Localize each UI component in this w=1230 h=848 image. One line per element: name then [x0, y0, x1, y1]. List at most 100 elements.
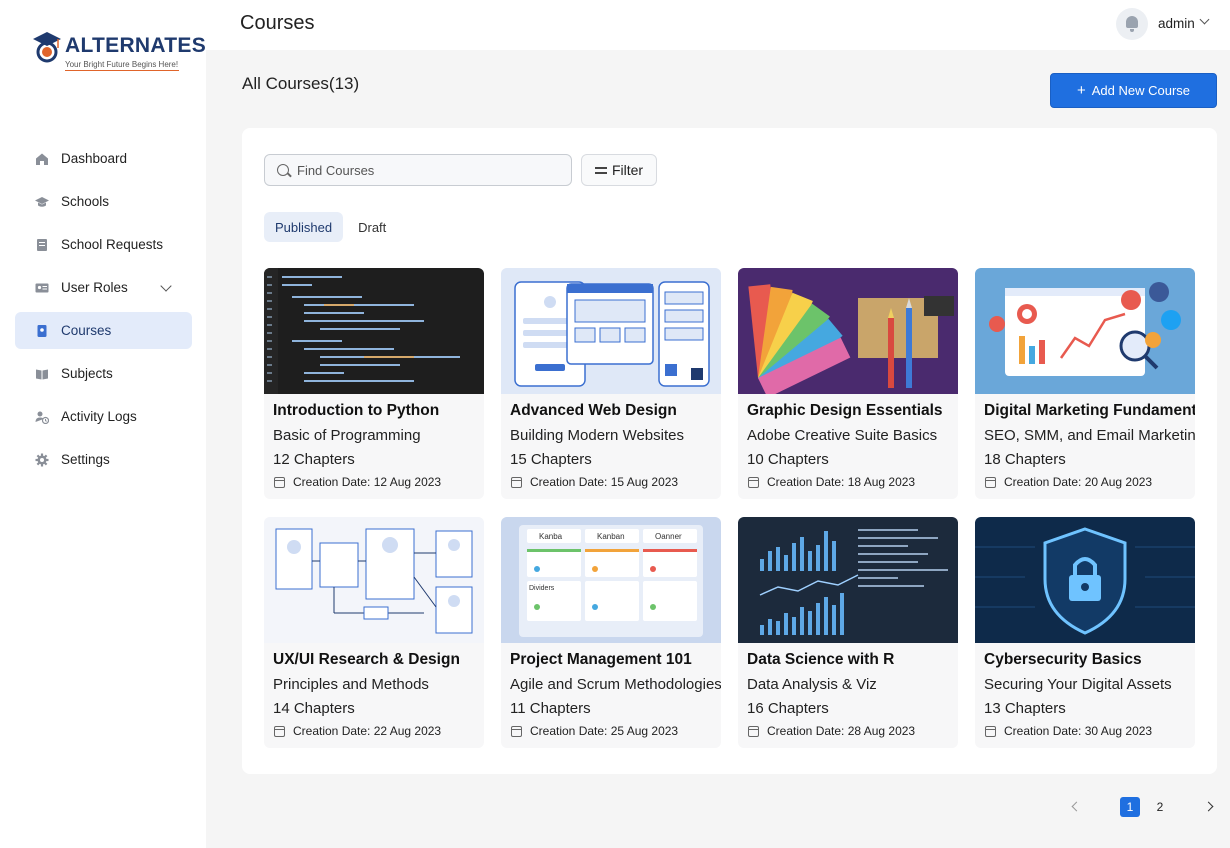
- sidebar-item-schools[interactable]: Schools: [15, 183, 192, 220]
- course-thumbnail-user-flow: [264, 517, 484, 643]
- sidebar-item-label: School Requests: [61, 237, 164, 252]
- course-thumbnail-color-palette: [738, 268, 958, 394]
- course-date-text: Creation Date: 28 Aug 2023: [767, 724, 916, 738]
- calendar-icon: [748, 725, 759, 737]
- kanban-column-label: Kanban: [597, 532, 625, 541]
- course-thumbnail-kanban-board: Kanba Kanban Oanner Dividers: [501, 517, 721, 643]
- calendar-icon: [511, 476, 522, 488]
- course-subtitle: SEO, SMM, and Email Marketing: [984, 427, 1195, 444]
- search-icon: [277, 164, 289, 176]
- course-date-text: Creation Date: 18 Aug 2023: [767, 475, 916, 489]
- course-subtitle: Building Modern Websites: [510, 427, 684, 444]
- pagination-next-button[interactable]: [1204, 797, 1218, 817]
- book-icon: [37, 324, 47, 337]
- course-date: Creation Date: 30 Aug 2023: [985, 724, 1152, 738]
- course-subtitle: Basic of Programming: [273, 427, 421, 444]
- tagline-underline: [65, 70, 179, 71]
- course-subtitle: Adobe Creative Suite Basics: [747, 427, 938, 444]
- course-chapters: 14 Chapters: [273, 700, 355, 717]
- calendar-icon: [274, 476, 285, 488]
- course-date: Creation Date: 22 Aug 2023: [274, 724, 441, 738]
- wireframe-illustration: [514, 281, 710, 387]
- course-date: Creation Date: 18 Aug 2023: [748, 475, 915, 489]
- sidebar-item-user-roles[interactable]: User Roles: [15, 269, 192, 306]
- course-date-text: Creation Date: 12 Aug 2023: [293, 475, 442, 489]
- course-card-web-design[interactable]: Advanced Web Design Building Modern Webs…: [501, 268, 721, 499]
- course-card-graphic-design[interactable]: Graphic Design Essentials Adobe Creative…: [738, 268, 958, 499]
- sidebar-item-dashboard[interactable]: Dashboard: [15, 140, 192, 177]
- course-date-text: Creation Date: 30 Aug 2023: [1004, 724, 1153, 738]
- top-header: Courses admin: [206, 0, 1230, 50]
- brand-logo[interactable]: ALTERNATES Your Bright Future Begins Her…: [32, 30, 206, 74]
- tab-draft[interactable]: Draft: [347, 212, 397, 242]
- sidebar-item-courses[interactable]: Courses: [15, 312, 192, 349]
- sidebar-item-label: Dashboard: [61, 151, 128, 166]
- course-title: Advanced Web Design: [510, 402, 677, 419]
- calendar-icon: [985, 725, 996, 737]
- course-thumbnail-analytics: [975, 268, 1195, 394]
- courses-count-heading: All Courses(13): [242, 74, 360, 93]
- user-clock-icon: [35, 411, 49, 424]
- user-menu-name[interactable]: admin: [1158, 16, 1195, 31]
- course-subtitle: Principles and Methods: [273, 676, 429, 693]
- filter-button[interactable]: Filter: [581, 154, 657, 186]
- notifications-button[interactable]: [1116, 8, 1148, 40]
- search-input[interactable]: [297, 162, 557, 178]
- sidebar-nav: Dashboard Schools School Requests User R…: [15, 140, 192, 484]
- course-date-text: Creation Date: 22 Aug 2023: [293, 724, 442, 738]
- sliders-icon: [594, 165, 607, 175]
- course-date-text: Creation Date: 25 Aug 2023: [530, 724, 679, 738]
- course-card-data-science[interactable]: Data Science with R Data Analysis & Viz …: [738, 517, 958, 748]
- course-date: Creation Date: 12 Aug 2023: [274, 475, 441, 489]
- courses-panel: Filter Published Draft Introduction to P…: [242, 128, 1217, 774]
- course-title: Digital Marketing Fundamentals: [984, 402, 1195, 419]
- course-date-text: Creation Date: 20 Aug 2023: [1004, 475, 1153, 489]
- code-editor-illustration: [264, 268, 460, 394]
- sidebar-item-settings[interactable]: Settings: [15, 441, 192, 478]
- course-subtitle: Data Analysis & Viz: [747, 676, 877, 693]
- course-status-tabs: Published Draft: [264, 212, 401, 242]
- bell-icon: [1126, 16, 1138, 32]
- tab-published[interactable]: Published: [264, 212, 344, 242]
- search-box[interactable]: [264, 154, 572, 186]
- course-card-digital-marketing[interactable]: Digital Marketing Fundamentals SEO, SMM,…: [975, 268, 1195, 499]
- sidebar-item-label: Settings: [61, 452, 110, 467]
- sidebar-item-label: Courses: [61, 323, 112, 338]
- course-thumbnail-security-shield: [975, 517, 1195, 643]
- pagination-page-1[interactable]: 1: [1120, 797, 1140, 817]
- course-date: Creation Date: 20 Aug 2023: [985, 475, 1152, 489]
- course-date: Creation Date: 15 Aug 2023: [511, 475, 678, 489]
- plus-icon: +: [1076, 82, 1086, 99]
- course-title: Introduction to Python: [273, 402, 440, 419]
- course-card-cybersecurity[interactable]: Cybersecurity Basics Securing Your Digit…: [975, 517, 1195, 748]
- sidebar-item-label: Subjects: [61, 366, 113, 381]
- course-chapters: 12 Chapters: [273, 451, 355, 468]
- document-icon: [37, 238, 47, 251]
- chevron-down-icon[interactable]: [1199, 14, 1210, 25]
- graduation-cap-icon: [35, 196, 49, 207]
- course-chapters: 11 Chapters: [510, 700, 591, 717]
- sidebar-item-activity-logs[interactable]: Activity Logs: [15, 398, 192, 435]
- course-chapters: 10 Chapters: [747, 451, 829, 468]
- filter-label: Filter: [611, 162, 644, 178]
- chevron-down-icon[interactable]: [160, 280, 172, 292]
- add-new-course-button[interactable]: + Add New Course: [1050, 73, 1217, 108]
- course-card-project-management[interactable]: Kanba Kanban Oanner Dividers Project Man…: [501, 517, 721, 748]
- pagination-prev-button[interactable]: [1068, 797, 1082, 817]
- analytics-dashboard-illustration: [989, 282, 1181, 376]
- pagination-page-2[interactable]: 2: [1150, 797, 1170, 817]
- data-charts-illustration: [759, 529, 948, 635]
- course-chapters: 15 Chapters: [510, 451, 592, 468]
- course-card-ux-ui[interactable]: UX/UI Research & Design Principles and M…: [264, 517, 484, 748]
- sidebar-item-school-requests[interactable]: School Requests: [15, 226, 192, 263]
- graduation-cap-logo-icon: [33, 32, 61, 63]
- calendar-icon: [511, 725, 522, 737]
- page-title: Courses: [240, 12, 315, 34]
- calendar-icon: [274, 725, 285, 737]
- sidebar-item-subjects[interactable]: Subjects: [15, 355, 192, 392]
- course-chapters: 18 Chapters: [984, 451, 1066, 468]
- course-title: Cybersecurity Basics: [984, 651, 1142, 668]
- add-new-course-label: Add New Course: [1091, 83, 1191, 98]
- course-card-python[interactable]: Introduction to Python Basic of Programm…: [264, 268, 484, 499]
- kanban-board-illustration: Kanba Kanban Oanner Dividers: [519, 525, 703, 637]
